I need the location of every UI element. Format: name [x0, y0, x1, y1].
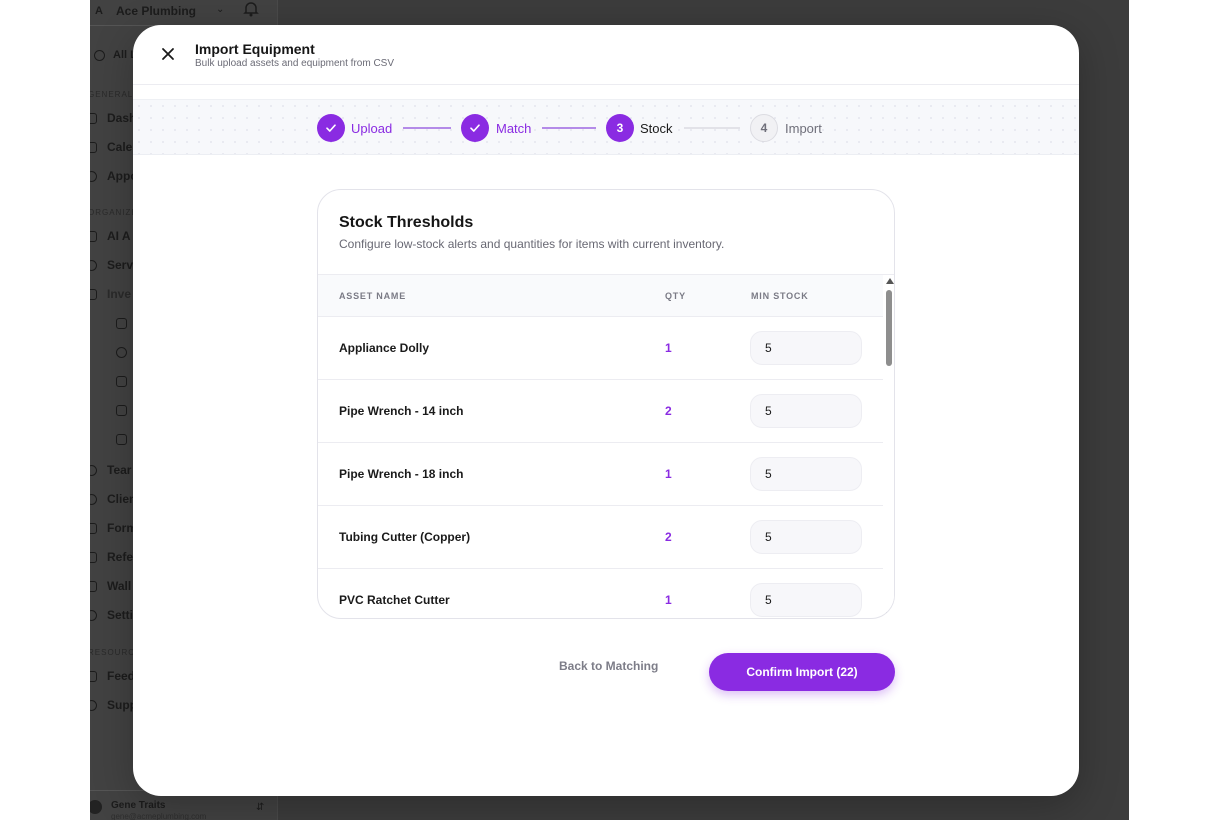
step-match-label: Match — [496, 121, 532, 136]
team-icon — [90, 465, 97, 476]
support-icon — [90, 700, 97, 711]
org-initial: A — [95, 5, 103, 17]
card-subtitle: Configure low-stock alerts and quantitie… — [339, 237, 725, 251]
modal-subtitle: Bulk upload assets and equipment from CS… — [195, 58, 394, 69]
scroll-down-arrow-icon[interactable] — [886, 612, 894, 618]
sidebar-item-feedback[interactable]: Feed — [107, 669, 135, 683]
step-upload-label: Upload — [351, 121, 393, 136]
calendar-icon — [90, 142, 97, 153]
globe-icon — [94, 50, 105, 61]
scrollbar-thumb[interactable] — [886, 290, 892, 366]
wallet-icon — [90, 581, 97, 592]
step-connector — [684, 127, 740, 129]
org-name: Ace Plumbing — [116, 4, 197, 18]
min-stock-input[interactable]: 5 — [750, 457, 862, 491]
box-icon — [116, 318, 127, 329]
parts-icon — [116, 347, 127, 358]
column-header-min-stock: MIN STOCK — [751, 291, 809, 301]
sidebar-item-ai[interactable]: AI A — [107, 229, 131, 243]
sidebar-item-clients[interactable]: Clien — [107, 492, 136, 506]
min-stock-input[interactable]: 5 — [750, 520, 862, 554]
min-stock-input[interactable]: 5 — [750, 331, 862, 365]
services-icon — [90, 260, 97, 271]
step-import-label: Import — [785, 121, 822, 136]
sidebar-item-settings[interactable]: Setti — [107, 608, 133, 622]
asset-name: Tubing Cutter (Copper) — [339, 530, 471, 544]
user-email: gene@acmeplumbing.com — [111, 812, 207, 820]
card-title: Stock Thresholds — [339, 214, 474, 231]
bell-icon[interactable] — [242, 0, 260, 18]
asset-name: PVC Ratchet Cutter — [339, 593, 450, 607]
modal-header: Import Equipment Bulk upload assets and … — [133, 25, 1079, 85]
chevron-updown-icon: ⇵ — [256, 802, 265, 813]
user-name: Gene Traits — [111, 800, 166, 811]
step-upload-check-icon — [317, 114, 345, 142]
table-row: Appliance Dolly 1 5 — [318, 317, 883, 380]
scroll-up-arrow-icon[interactable] — [886, 278, 894, 284]
ai-icon — [90, 231, 97, 242]
column-header-qty: QTY — [665, 291, 686, 301]
sidebar-item-inventory[interactable]: Inve — [107, 287, 131, 301]
asset-qty: 1 — [665, 593, 672, 607]
sidebar-item-dashboard[interactable]: Dash — [107, 111, 136, 125]
document-icon — [116, 405, 127, 416]
step-connector — [542, 127, 596, 129]
step-stock-number: 3 — [606, 114, 634, 142]
sidebar-item-referrals[interactable]: Refe — [107, 550, 133, 564]
referrals-icon — [90, 552, 97, 563]
appointments-icon — [90, 171, 97, 182]
sidebar-item-services[interactable]: Serv — [107, 258, 133, 272]
inventory-icon — [90, 289, 97, 300]
table-row: Pipe Wrench - 18 inch 1 5 — [318, 443, 883, 506]
dashboard-icon — [90, 113, 97, 124]
confirm-import-button[interactable]: Confirm Import (22) — [709, 653, 895, 691]
step-stock-label: Stock — [640, 121, 673, 136]
table-scrollbar[interactable] — [883, 275, 894, 618]
min-stock-input[interactable]: 5 — [750, 583, 862, 617]
asset-name: Pipe Wrench - 18 inch — [339, 467, 464, 481]
table-header: ASSET NAME QTY MIN STOCK — [318, 275, 883, 317]
table-body: Appliance Dolly 1 5 Pipe Wrench - 14 inc… — [318, 317, 883, 618]
min-stock-input[interactable]: 5 — [750, 394, 862, 428]
sidebar-item-team[interactable]: Tear — [107, 463, 131, 477]
column-header-asset-name: ASSET NAME — [339, 291, 407, 301]
sidebar-item-calendar[interactable]: Cale — [107, 140, 132, 154]
asset-qty: 2 — [665, 530, 672, 544]
close-icon[interactable] — [159, 45, 177, 63]
modal-title: Import Equipment — [195, 41, 315, 57]
asset-qty: 1 — [665, 467, 672, 481]
table-row: PVC Ratchet Cutter 1 5 — [318, 569, 883, 618]
stepper: Upload Match 3 Stock 4 Import — [133, 99, 1079, 155]
asset-name: Appliance Dolly — [339, 341, 430, 355]
step-match-check-icon — [461, 114, 489, 142]
table-row: Tubing Cutter (Copper) 2 5 — [318, 506, 883, 569]
clipboard-icon — [116, 376, 127, 387]
asset-name: Pipe Wrench - 14 inch — [339, 404, 464, 418]
forms-icon — [90, 523, 97, 534]
feedback-icon — [90, 671, 97, 682]
back-to-matching-button[interactable]: Back to Matching — [559, 659, 658, 673]
asset-qty: 2 — [665, 404, 672, 418]
stock-thresholds-card: Stock Thresholds Configure low-stock ale… — [317, 189, 895, 619]
chevron-down-icon: ⌄ — [216, 4, 225, 15]
section-label: GENERAL — [90, 90, 134, 99]
org-switcher[interactable]: A Ace Plumbing ⌄ — [90, 0, 278, 26]
sidebar-item-wallet[interactable]: Wall — [107, 579, 131, 593]
asset-qty: 1 — [665, 341, 672, 355]
settings-icon — [90, 610, 97, 621]
step-connector — [403, 127, 451, 129]
table-row: Pipe Wrench - 14 inch 2 5 — [318, 380, 883, 443]
stock-table: ASSET NAME QTY MIN STOCK Appliance Dolly… — [318, 274, 894, 618]
step-import-number: 4 — [750, 114, 778, 142]
section-label: ORGANIZE — [90, 208, 138, 217]
clients-icon — [90, 494, 97, 505]
import-equipment-modal: Import Equipment Bulk upload assets and … — [133, 25, 1079, 796]
truck-icon — [116, 434, 127, 445]
